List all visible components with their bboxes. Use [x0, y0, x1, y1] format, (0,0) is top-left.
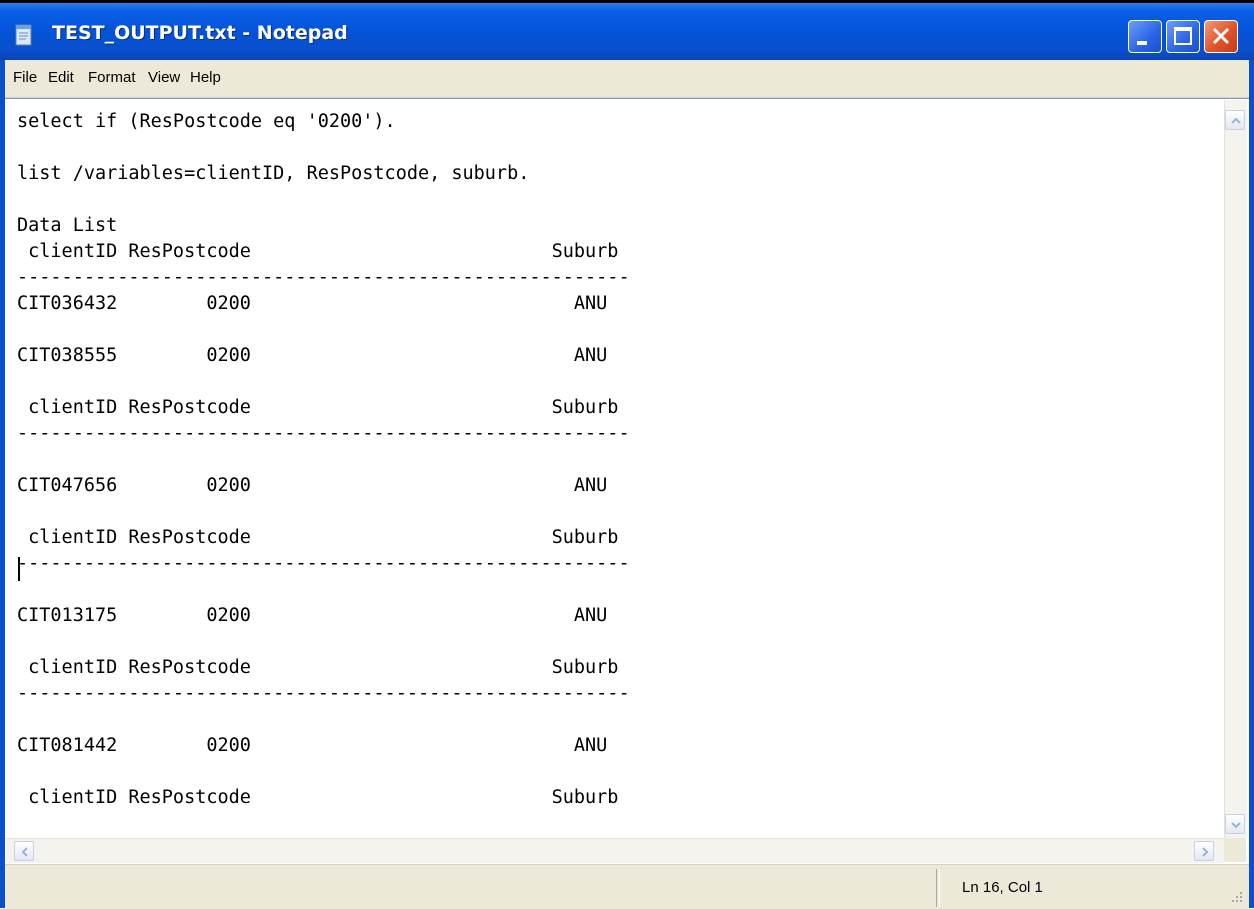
notepad-icon[interactable] — [14, 24, 34, 46]
menu-file[interactable]: File — [13, 69, 37, 86]
title-bar[interactable]: TEST_OUTPUT.txt - Notepad — [0, 0, 1254, 60]
menu-bar: File Edit Format View Help — [5, 60, 1249, 98]
notepad-window: TEST_OUTPUT.txt - Notepad File Edit Form… — [0, 0, 1254, 909]
status-bar: Ln 16, Col 1 — [5, 864, 1249, 909]
chevron-right-icon — [1202, 847, 1209, 857]
cursor-position: Ln 16, Col 1 — [962, 879, 1043, 896]
scroll-left-button[interactable] — [14, 841, 34, 861]
menu-edit[interactable]: Edit — [48, 69, 74, 86]
close-icon — [1212, 27, 1230, 45]
chevron-up-icon — [1231, 117, 1241, 124]
text-caret — [18, 557, 20, 581]
chevron-left-icon — [21, 847, 28, 857]
maximize-icon — [1174, 27, 1192, 45]
scrollbar-corner — [1224, 838, 1246, 862]
title-bar-top-edge — [0, 0, 1254, 3]
vertical-scrollbar[interactable] — [1224, 100, 1247, 838]
window-frame-right — [1249, 60, 1254, 908]
menu-view[interactable]: View — [148, 69, 180, 86]
minimize-button[interactable] — [1128, 20, 1162, 53]
scroll-down-button[interactable] — [1225, 814, 1245, 834]
menu-format[interactable]: Format — [88, 69, 136, 86]
minimize-icon — [1137, 41, 1147, 45]
horizontal-scrollbar[interactable] — [6, 838, 1224, 863]
resize-grip-icon[interactable] — [1229, 889, 1243, 903]
scroll-up-button[interactable] — [1225, 110, 1245, 130]
window-title: TEST_OUTPUT.txt - Notepad — [52, 22, 348, 44]
close-button[interactable] — [1204, 20, 1238, 53]
menu-help[interactable]: Help — [190, 69, 221, 86]
status-divider — [936, 869, 940, 907]
chevron-down-icon — [1231, 822, 1241, 829]
scroll-right-button[interactable] — [1194, 841, 1214, 861]
document-text[interactable]: select if (ResPostcode eq '0200'). list … — [17, 109, 1217, 819]
maximize-button[interactable] — [1166, 20, 1200, 53]
text-editor[interactable]: select if (ResPostcode eq '0200'). list … — [5, 98, 1249, 868]
